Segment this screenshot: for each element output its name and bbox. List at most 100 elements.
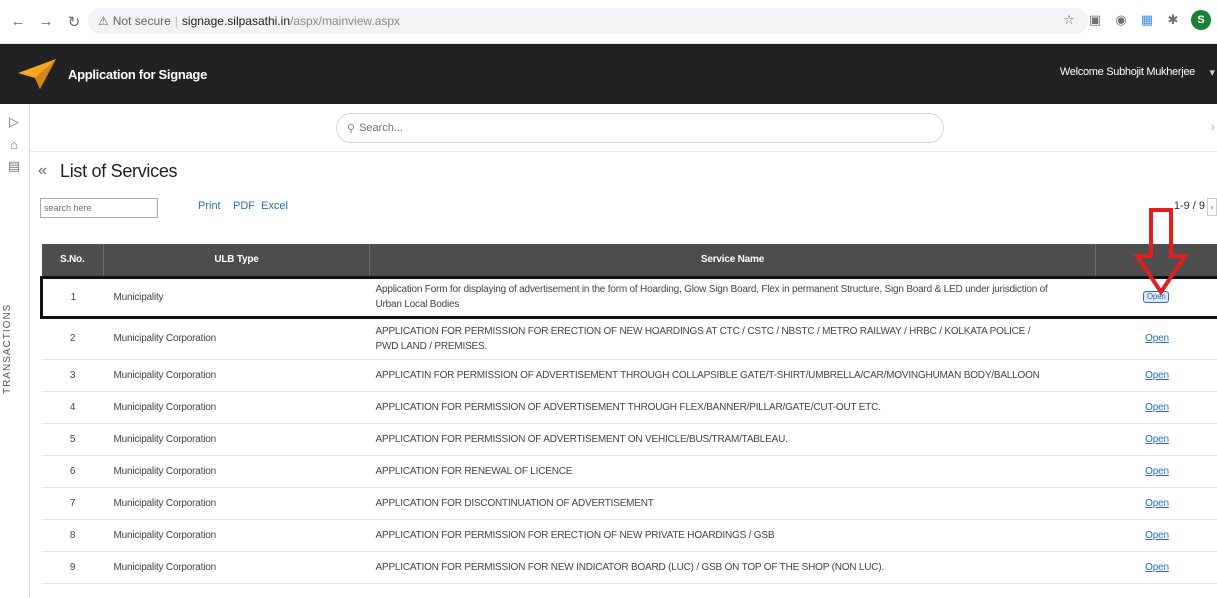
global-search[interactable]: ⚲	[336, 113, 944, 143]
cell-sno: 3	[41, 359, 104, 392]
open-service-button[interactable]: Open	[1145, 333, 1169, 344]
cell-action: Open	[1095, 455, 1217, 488]
cell-service-name: Application Form for displaying of adver…	[369, 275, 1096, 319]
table-row: 1 Municipality Application Form for displa…	[40, 275, 1217, 319]
collapse-chevron-icon[interactable]: «	[38, 162, 47, 180]
cell-ulb-type: Municipality Corporation	[103, 519, 370, 552]
paper-plane-logo-icon	[18, 59, 56, 89]
home-icon[interactable]: ⌂	[6, 136, 22, 152]
cell-sno: 5	[41, 423, 104, 456]
table-body: 1 Municipality Application Form for displa…	[40, 275, 1217, 584]
browser-toolbar: ← → ↻ ⚠ Not secure | signage.silpasathi.…	[0, 0, 1217, 44]
security-label: Not secure	[112, 14, 171, 28]
table-header-row: S.No. ULB Type Service Name	[41, 244, 1217, 277]
transactions-label[interactable]: TRANSACTIONS	[2, 274, 13, 394]
cell-ulb-type: Municipality Corporation	[103, 359, 370, 392]
cell-ulb-type: Municipality Corporation	[103, 487, 370, 520]
table-row: 9 Municipality Corporation APPLICATION FOR…	[41, 551, 1217, 584]
back-arrow-icon[interactable]: ←	[8, 12, 28, 32]
table-row: 2 Municipality Corporation APPLICATION FOR…	[41, 317, 1217, 360]
cell-service-name: APPLICATION FOR PERMISSION FOR ERECTION …	[369, 317, 1096, 360]
cell-service-name: APPLICATIN FOR PERMISSION OF ADVERTISEME…	[369, 359, 1096, 392]
red-arrow-annotation-icon	[1134, 208, 1188, 296]
star-icon[interactable]: ☆	[1061, 12, 1077, 28]
cell-service-name: APPLICATION FOR PERMISSION FOR NEW INDIC…	[369, 551, 1096, 584]
services-table: S.No. ULB Type Service Name 1 Municipalit…	[40, 244, 1217, 584]
warning-icon: ⚠	[98, 14, 109, 28]
table-tools: Print PDF Excel 1-9 / 9 ‹	[30, 194, 1217, 224]
cell-ulb-type: Municipality Corporation	[103, 317, 370, 360]
col-header-sno[interactable]: S.No.	[41, 244, 104, 277]
table-search-input[interactable]	[40, 198, 158, 218]
cell-ulb-type: Municipality Corporation	[103, 423, 370, 456]
extension-icon[interactable]: ▣	[1087, 12, 1103, 28]
col-header-service-name[interactable]: Service Name	[369, 244, 1096, 277]
open-service-button[interactable]: Open	[1145, 498, 1169, 509]
cell-action: Open	[1095, 359, 1217, 392]
cell-service-name: APPLICATION FOR PERMISSION OF ADVERTISEM…	[369, 423, 1096, 456]
search-input[interactable]	[359, 122, 900, 134]
cell-action: Open	[1095, 423, 1217, 456]
puzzle-icon[interactable]: ✱	[1165, 12, 1181, 28]
table-row: 8 Municipality Corporation APPLICATION FOR…	[41, 519, 1217, 552]
cell-sno: 1	[40, 275, 104, 319]
scroll-right-icon[interactable]: ›	[1210, 118, 1215, 134]
open-service-button[interactable]: Open	[1145, 562, 1169, 573]
search-row: ⚲ ›	[30, 104, 1217, 152]
address-bar[interactable]: ⚠ Not secure | signage.silpasathi.in /as…	[88, 8, 1088, 34]
print-button[interactable]: Print	[198, 200, 221, 212]
extension-icons: ☆ ▣ ◉ ▦ ✱ S	[1061, 10, 1211, 30]
welcome-user[interactable]: Welcome Subhojit Mukherjee	[1060, 66, 1195, 78]
cell-service-name: APPLICATION FOR PERMISSION OF ADVERTISEM…	[369, 391, 1096, 424]
table-row: 4 Municipality Corporation APPLICATION FOR…	[41, 391, 1217, 424]
table-row: 5 Municipality Corporation APPLICATION FOR…	[41, 423, 1217, 456]
app-header: Application for Signage Welcome Subhojit…	[0, 44, 1217, 104]
chart-icon[interactable]: ▤	[6, 158, 22, 174]
col-header-ulb-type[interactable]: ULB Type	[103, 244, 370, 277]
cell-service-name: APPLICATION FOR PERMISSION FOR ERECTION …	[369, 519, 1096, 552]
reload-icon[interactable]: ↻	[64, 12, 84, 32]
cell-action: Open	[1095, 317, 1217, 360]
cell-service-name: APPLICATION FOR RENEWAL OF LICENCE	[369, 455, 1096, 488]
cell-sno: 4	[41, 391, 104, 424]
screenshot-icon[interactable]: ▦	[1139, 12, 1155, 28]
shield-icon[interactable]: ◉	[1113, 12, 1129, 28]
table-row: 3 Municipality Corporation APPLICATIN FOR …	[41, 359, 1217, 392]
cell-sno: 2	[41, 317, 104, 360]
open-service-button[interactable]: Open	[1145, 434, 1169, 445]
title-bar: « List of Services	[30, 152, 1217, 194]
search-icon: ⚲	[347, 122, 356, 135]
cell-ulb-type: Municipality Corporation	[103, 391, 370, 424]
cell-action: Open	[1095, 391, 1217, 424]
services-table-wrap: S.No. ULB Type Service Name 1 Municipalit…	[40, 244, 1217, 584]
left-rail: ▷ ⌂ ▤ TRANSACTIONS	[0, 104, 30, 598]
cell-service-name: APPLICATION FOR DISCONTINUATION OF ADVER…	[369, 487, 1096, 520]
table-row: 6 Municipality Corporation APPLICATION FOR…	[41, 455, 1217, 488]
excel-button[interactable]: Excel	[261, 200, 288, 212]
table-row: 7 Municipality Corporation APPLICATION FOR…	[41, 487, 1217, 520]
cell-ulb-type: Municipality Corporation	[103, 551, 370, 584]
open-service-button[interactable]: Open	[1145, 530, 1169, 541]
open-service-button[interactable]: Open	[1145, 402, 1169, 413]
forward-arrow-icon[interactable]: →	[36, 12, 56, 32]
open-service-button[interactable]: Open	[1145, 466, 1169, 477]
pdf-button[interactable]: PDF	[233, 200, 255, 212]
cell-sno: 6	[41, 455, 104, 488]
cell-action: Open	[1095, 551, 1217, 584]
cell-sno: 8	[41, 519, 104, 552]
cell-sno: 7	[41, 487, 104, 520]
profile-avatar[interactable]: S	[1191, 10, 1211, 30]
pager-prev-icon[interactable]: ‹	[1207, 198, 1217, 216]
cell-ulb-type: Municipality	[103, 275, 370, 319]
url-host: signage.silpasathi.in	[181, 14, 290, 28]
open-service-button[interactable]: Open	[1145, 370, 1169, 381]
cell-sno: 9	[41, 551, 104, 584]
page-title: List of Services	[60, 161, 178, 181]
user-menu-icon[interactable]: ▾	[1209, 66, 1215, 79]
expand-circle-icon[interactable]: ▷	[6, 114, 22, 130]
cell-action: Open	[1095, 487, 1217, 520]
url-path: /aspx/mainview.aspx	[290, 14, 401, 28]
cell-action: Open	[1095, 519, 1217, 552]
app-title: Application for Signage	[68, 66, 207, 82]
address-separator: |	[174, 14, 178, 28]
